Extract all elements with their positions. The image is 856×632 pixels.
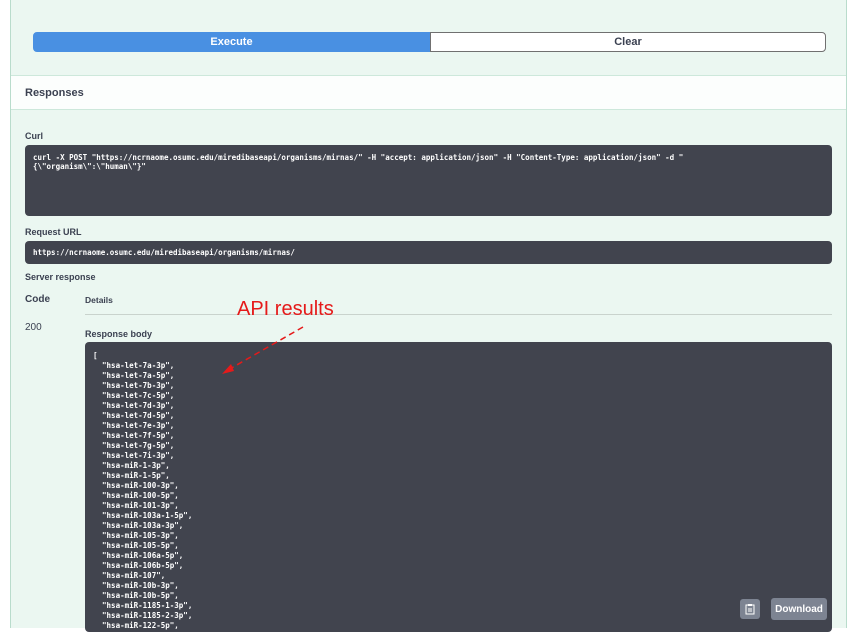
download-button[interactable]: Download [771, 598, 827, 620]
operation-panel: Execute Clear Responses Curl curl -X POS… [10, 0, 847, 632]
annotation-label: API results [237, 298, 334, 320]
response-body-label: Response body [85, 329, 153, 339]
clear-button[interactable]: Clear [430, 32, 826, 52]
copy-to-clipboard-button[interactable] [740, 599, 760, 619]
response-body[interactable]: [ "hsa-let-7a-3p", "hsa-let-7a-5p", "hsa… [85, 342, 832, 632]
curl-label: Curl [25, 131, 43, 141]
details-column-header: Details [85, 295, 113, 305]
execute-button[interactable]: Execute [33, 32, 430, 52]
server-response-label: Server response [25, 272, 96, 282]
status-code: 200 [25, 322, 42, 333]
clipboard-icon [745, 604, 755, 615]
request-url[interactable]: https://ncrnaome.osumc.edu/miredibaseapi… [25, 241, 832, 264]
code-column-header: Code [25, 294, 50, 305]
responses-header: Responses [11, 75, 846, 110]
curl-command[interactable]: curl -X POST "https://ncrnaome.osumc.edu… [25, 145, 832, 216]
responses-title: Responses [25, 87, 84, 99]
execute-wrapper: Execute Clear [33, 32, 826, 52]
divider [85, 314, 832, 315]
request-url-label: Request URL [25, 227, 82, 237]
